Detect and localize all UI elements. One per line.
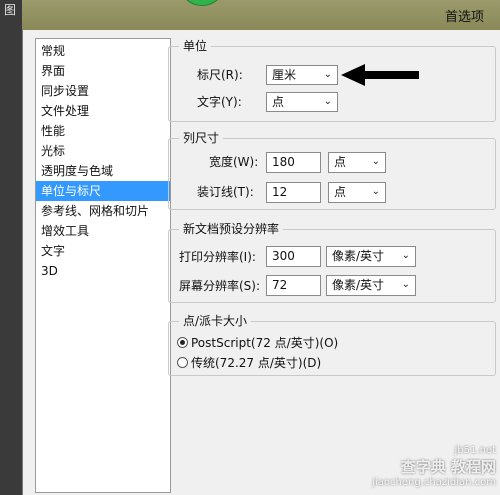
screen-resolution-unit-select[interactable]: 像素/英寸 ⌄ [326,275,416,296]
category-item-performance[interactable]: 性能 [36,121,170,141]
category-item-plugins[interactable]: 增效工具 [36,221,170,241]
units-group-label: 单位 [179,38,212,54]
chevron-down-icon: ⌄ [323,96,332,107]
chevron-down-icon: ⌄ [323,69,332,80]
print-resolution-unit-select[interactable]: 像素/英寸 ⌄ [326,246,416,267]
chevron-down-icon: ⌄ [401,279,410,290]
traditional-radio-label: 传统(72.27 点/英寸)(D) [191,356,322,370]
category-item-general[interactable]: 常规 [36,41,170,61]
type-label: 文字(Y): [197,95,242,109]
screen-resolution-label: 屏幕分辨率(S): [179,279,261,293]
width-label: 宽度(W): [209,155,259,169]
watermark-line-3: jiaocheng.chazidian.com [372,477,496,488]
width-unit-value: 点 [334,155,347,169]
app-glyph: 图 [4,3,17,17]
print-resolution-value: 300 [272,249,295,263]
postscript-radio-option[interactable]: PostScript(72 点/英寸)(O) [177,335,338,351]
category-item-units-rulers[interactable]: 单位与标尺 [36,181,170,201]
gutter-label: 装订线(T): [197,185,254,199]
traditional-radio-option[interactable]: 传统(72.27 点/英寸)(D) [177,355,321,371]
print-resolution-field[interactable]: 300 [266,246,321,267]
postscript-radio[interactable] [177,337,188,348]
screen-resolution-value: 72 [272,278,288,292]
category-item-interface[interactable]: 界面 [36,61,170,81]
watermark-line-2: 查字典 教程网 [400,458,496,476]
ruler-unit-value: 厘米 [272,68,297,82]
gutter-value: 12 [272,185,288,199]
traditional-radio[interactable] [177,357,188,368]
dialog-title: 首选项 [444,10,484,25]
category-item-type[interactable]: 文字 [36,241,170,261]
postscript-radio-label: PostScript(72 点/英寸)(O) [191,336,339,350]
title-bar [0,0,500,30]
width-value: 180 [272,155,295,169]
units-group: 单位 标尺(R): 厘米 ⌄ 文字(Y): 点 ⌄ [168,38,496,122]
gutter-unit-value: 点 [334,185,347,199]
category-item-file-handling[interactable]: 文件处理 [36,101,170,121]
column-size-group-label: 列尺寸 [179,130,224,146]
width-unit-select[interactable]: 点 ⌄ [328,152,386,173]
chevron-down-icon: ⌄ [401,250,410,261]
watermark: jb51.net 查字典 教程网 jiaocheng.chazidian.com [372,443,496,491]
category-item-transparency[interactable]: 透明度与色域 [36,161,170,181]
column-size-group: 列尺寸 宽度(W): 180 点 ⌄ 装订线(T): 12 点 ⌄ [168,130,496,210]
type-unit-value: 点 [272,95,285,109]
print-resolution-label: 打印分辨率(I): [179,250,256,264]
gutter-field[interactable]: 12 [266,182,321,203]
category-item-3d[interactable]: 3D [36,261,170,281]
chevron-down-icon: ⌄ [371,156,380,167]
point-pica-group: 点/派卡大小 PostScript(72 点/英寸)(O) 传统(72.27 点… [168,313,496,376]
point-pica-group-label: 点/派卡大小 [179,313,252,329]
new-doc-resolution-group: 新文档预设分辨率 打印分辨率(I): 300 像素/英寸 ⌄ 屏幕分辨率(S):… [168,221,496,303]
gutter-unit-select[interactable]: 点 ⌄ [328,182,386,203]
screen-resolution-unit-value: 像素/英寸 [332,278,385,292]
screen-resolution-field[interactable]: 72 [266,275,321,296]
preferences-dialog: 常规 界面 同步设置 文件处理 性能 光标 透明度与色域 单位与标尺 参考线、网… [22,30,500,495]
watermark-line-1: jb51.net [454,445,496,456]
background-app-strip: 图 [0,0,22,495]
width-field[interactable]: 180 [266,152,321,173]
category-item-cursors[interactable]: 光标 [36,141,170,161]
type-unit-select[interactable]: 点 ⌄ [266,92,338,112]
category-list: 常规 界面 同步设置 文件处理 性能 光标 透明度与色域 单位与标尺 参考线、网… [35,38,171,493]
new-doc-resolution-group-label: 新文档预设分辨率 [179,221,284,237]
ruler-label: 标尺(R): [197,68,243,82]
category-item-guides-grid[interactable]: 参考线、网格和切片 [36,201,170,221]
category-item-sync[interactable]: 同步设置 [36,81,170,101]
ruler-unit-select[interactable]: 厘米 ⌄ [266,65,338,85]
black-arrow-icon [341,64,419,86]
print-resolution-unit-value: 像素/英寸 [332,249,385,263]
chevron-down-icon: ⌄ [371,186,380,197]
